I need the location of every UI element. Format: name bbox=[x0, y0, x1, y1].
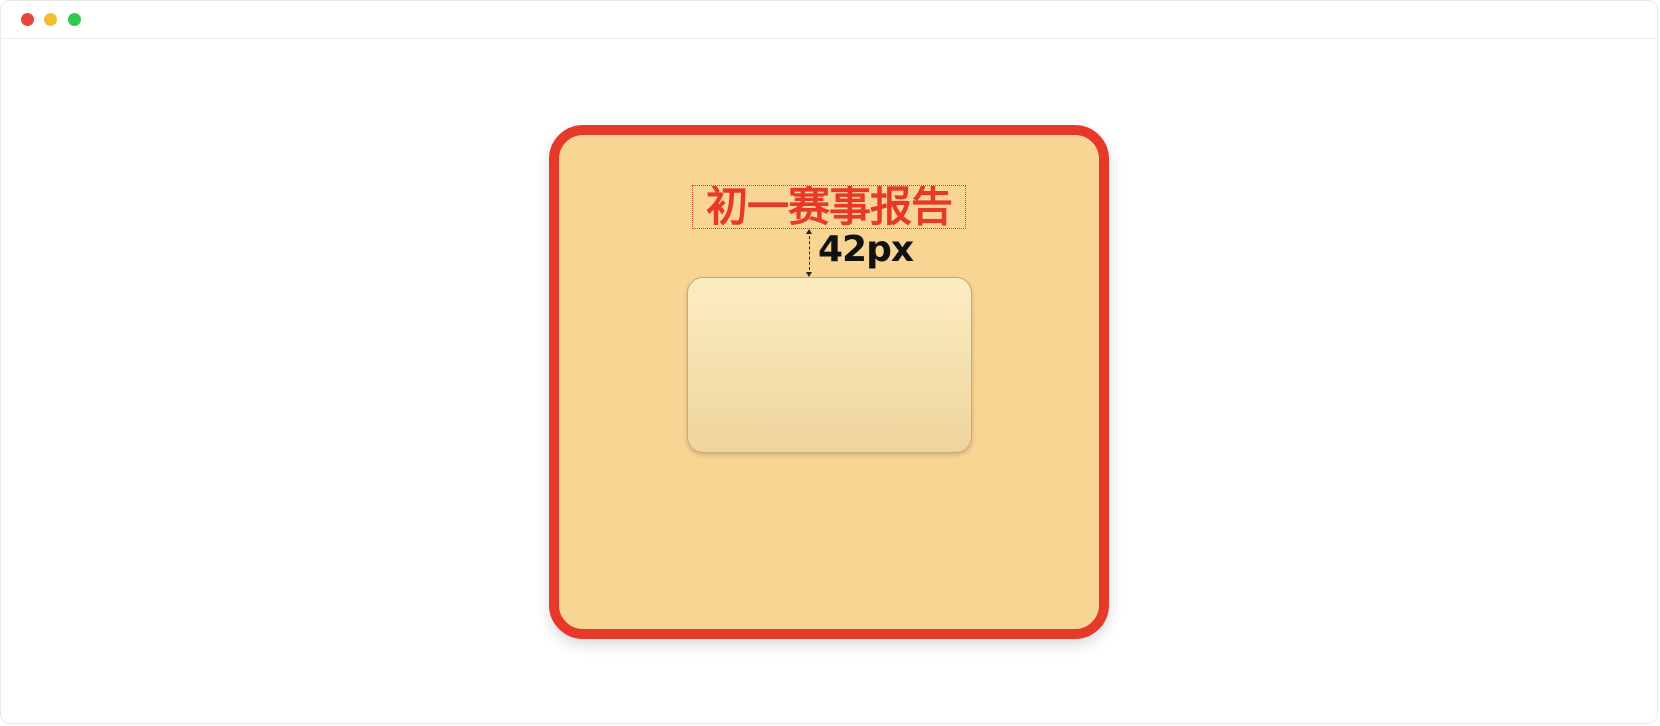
minimize-window-button[interactable] bbox=[44, 13, 57, 26]
content-panel bbox=[687, 277, 972, 453]
close-window-button[interactable] bbox=[21, 13, 34, 26]
title-outline: 初一赛事报告 bbox=[692, 185, 966, 229]
card-title: 初一赛事报告 bbox=[705, 185, 953, 229]
title-bar bbox=[1, 1, 1657, 39]
maximize-window-button[interactable] bbox=[68, 13, 81, 26]
spacing-indicator-line bbox=[809, 231, 810, 275]
spacing-label: 42px bbox=[818, 229, 914, 270]
